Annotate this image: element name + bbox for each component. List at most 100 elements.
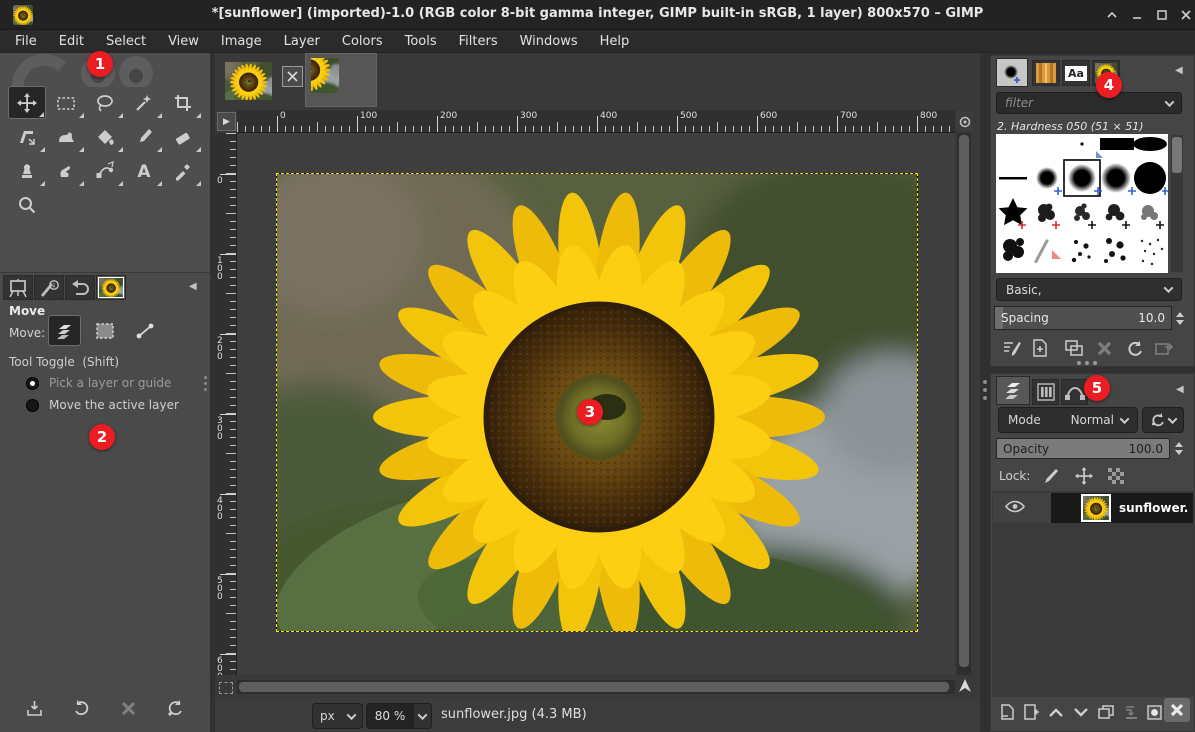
layers-menu-icon[interactable]: ◀ xyxy=(1176,384,1184,395)
tool-unified-transform[interactable] xyxy=(8,120,46,153)
brushes-menu-icon[interactable]: ◀ xyxy=(1175,65,1183,76)
radio-move-active-layer[interactable]: Move the active layer xyxy=(26,398,179,412)
vertical-scrollbar[interactable] xyxy=(957,133,971,675)
brush-grid[interactable] xyxy=(996,134,1168,273)
new-layer-group-button[interactable] xyxy=(1018,700,1044,724)
close-button[interactable] xyxy=(1177,7,1195,23)
zoom-control[interactable]: 80 % xyxy=(366,703,432,729)
delete-layer-button[interactable] xyxy=(1164,698,1190,722)
shade-button[interactable] xyxy=(1103,7,1121,23)
tab-tool-options[interactable] xyxy=(3,275,33,300)
tool-paintbrush[interactable] xyxy=(125,120,163,153)
tool-warp-transform[interactable] xyxy=(47,120,85,153)
move-layer-mode-button[interactable] xyxy=(48,315,81,346)
dock-separator-grip[interactable] xyxy=(1077,361,1097,365)
spacing-slider[interactable]: Spacing 10.0 xyxy=(994,306,1172,330)
unit-dropdown[interactable]: px xyxy=(312,703,363,729)
tool-zoom[interactable] xyxy=(8,188,46,221)
tool-eraser[interactable] xyxy=(164,120,202,153)
duplicate-layer-button[interactable] xyxy=(1093,700,1119,724)
zoom-dropdown-icon[interactable] xyxy=(414,703,432,729)
tab-undo-history[interactable] xyxy=(65,275,95,300)
save-tool-preset-button[interactable] xyxy=(21,696,47,720)
duplicate-brush-button[interactable] xyxy=(1061,336,1087,360)
menu-windows[interactable]: Windows xyxy=(509,32,589,51)
raise-layer-button[interactable] xyxy=(1043,700,1069,724)
eraser-icon xyxy=(173,127,193,147)
maximize-button[interactable] xyxy=(1153,7,1171,23)
tool-fuzzy-select[interactable] xyxy=(125,86,163,119)
lock-alpha-button[interactable] xyxy=(1103,464,1129,488)
tool-free-select[interactable] xyxy=(86,86,124,119)
opacity-slider[interactable]: Opacity 100.0 xyxy=(996,438,1170,459)
new-brush-button[interactable] xyxy=(1027,336,1053,360)
tab-image-thumbnail[interactable] xyxy=(96,275,126,300)
opacity-value: 100.0 xyxy=(1129,442,1163,456)
layer-row[interactable]: sunflower. xyxy=(993,493,1193,523)
ruler-origin-button[interactable]: ▶ xyxy=(217,112,236,131)
tab-layers[interactable] xyxy=(996,376,1030,405)
brush-filter-input[interactable]: filter xyxy=(996,92,1182,114)
open-brush-as-image-button[interactable] xyxy=(1151,336,1177,360)
tab-patterns[interactable] xyxy=(1032,60,1060,86)
reset-tool-options-button[interactable] xyxy=(162,696,188,720)
tool-bucket-fill[interactable] xyxy=(86,120,124,153)
tab-device-status[interactable] xyxy=(34,275,64,300)
edit-brush-button[interactable] xyxy=(999,336,1025,360)
horizontal-scrollbar[interactable] xyxy=(237,680,955,694)
new-layer-button[interactable] xyxy=(994,700,1020,724)
mode-group-switch-button[interactable] xyxy=(1142,407,1184,433)
close-image-icon[interactable] xyxy=(282,66,303,87)
menu-image[interactable]: Image xyxy=(210,32,273,51)
opacity-spinner[interactable] xyxy=(1173,438,1185,459)
image-tab-sunflower-thumbnail[interactable] xyxy=(225,62,272,100)
tab-fonts[interactable]: Aa xyxy=(1062,60,1090,86)
quick-mask-toggle[interactable] xyxy=(219,682,233,694)
menu-edit[interactable]: Edit xyxy=(48,32,95,51)
menubar: FileEditSelectViewImageLayerColorsToolsF… xyxy=(0,30,1195,53)
menu-tools[interactable]: Tools xyxy=(394,32,448,51)
radio-pick-layer-or-guide[interactable]: Pick a layer or guide xyxy=(26,376,171,390)
menu-layer[interactable]: Layer xyxy=(273,32,331,51)
lock-pixels-button[interactable] xyxy=(1037,464,1063,488)
lock-position-button[interactable] xyxy=(1071,464,1097,488)
dock-resize-grip[interactable] xyxy=(203,376,207,391)
menu-select[interactable]: Select xyxy=(95,32,157,51)
image-tab-active-thumbnail[interactable] xyxy=(305,53,377,107)
move-path-mode-button[interactable] xyxy=(128,315,161,346)
tool-crop[interactable] xyxy=(164,86,202,119)
tool-text[interactable]: A xyxy=(125,154,163,187)
menu-help[interactable]: Help xyxy=(589,32,641,51)
lower-layer-button[interactable] xyxy=(1068,700,1094,724)
delete-tool-preset-button[interactable] xyxy=(115,696,141,720)
tool-move[interactable] xyxy=(8,86,46,119)
zoom-value[interactable]: 80 % xyxy=(366,703,414,729)
minimize-button[interactable] xyxy=(1128,7,1146,23)
brush-grid-scrollbar[interactable] xyxy=(1171,135,1183,272)
brush-group-dropdown[interactable]: Basic, xyxy=(996,278,1182,301)
navigation-preview-icon[interactable] xyxy=(957,677,973,695)
vertical-ruler[interactable]: 0100200300400500600 xyxy=(215,133,237,675)
restore-tool-preset-button[interactable] xyxy=(68,696,94,720)
dock-edge-grip[interactable] xyxy=(982,380,988,400)
spacing-spinner[interactable] xyxy=(1174,306,1186,330)
zoom-follow-window-icon[interactable] xyxy=(956,112,973,131)
tab-brushes[interactable] xyxy=(996,58,1028,87)
menu-colors[interactable]: Colors xyxy=(331,32,394,51)
tool-smudge[interactable] xyxy=(47,154,85,187)
menu-view[interactable]: View xyxy=(157,32,210,51)
horizontal-ruler[interactable]: 0100200300400500600700800 xyxy=(237,110,955,133)
move-selection-mode-button[interactable] xyxy=(88,315,121,346)
layer-mode-dropdown[interactable]: Mode Normal xyxy=(998,407,1138,433)
tool-clone[interactable] xyxy=(8,154,46,187)
refresh-brushes-button[interactable] xyxy=(1121,336,1147,360)
tool-paths[interactable] xyxy=(86,154,124,187)
menu-file[interactable]: File xyxy=(4,32,48,51)
layer-visibility-eye-icon[interactable] xyxy=(1005,499,1025,514)
delete-brush-button[interactable] xyxy=(1091,336,1117,360)
tool-color-picker[interactable] xyxy=(164,154,202,187)
tool-rectangle-select[interactable] xyxy=(47,86,85,119)
menu-filters[interactable]: Filters xyxy=(448,32,509,51)
tool-options-menu-icon[interactable]: ◀ xyxy=(189,281,197,292)
tab-channels[interactable] xyxy=(1032,379,1059,405)
